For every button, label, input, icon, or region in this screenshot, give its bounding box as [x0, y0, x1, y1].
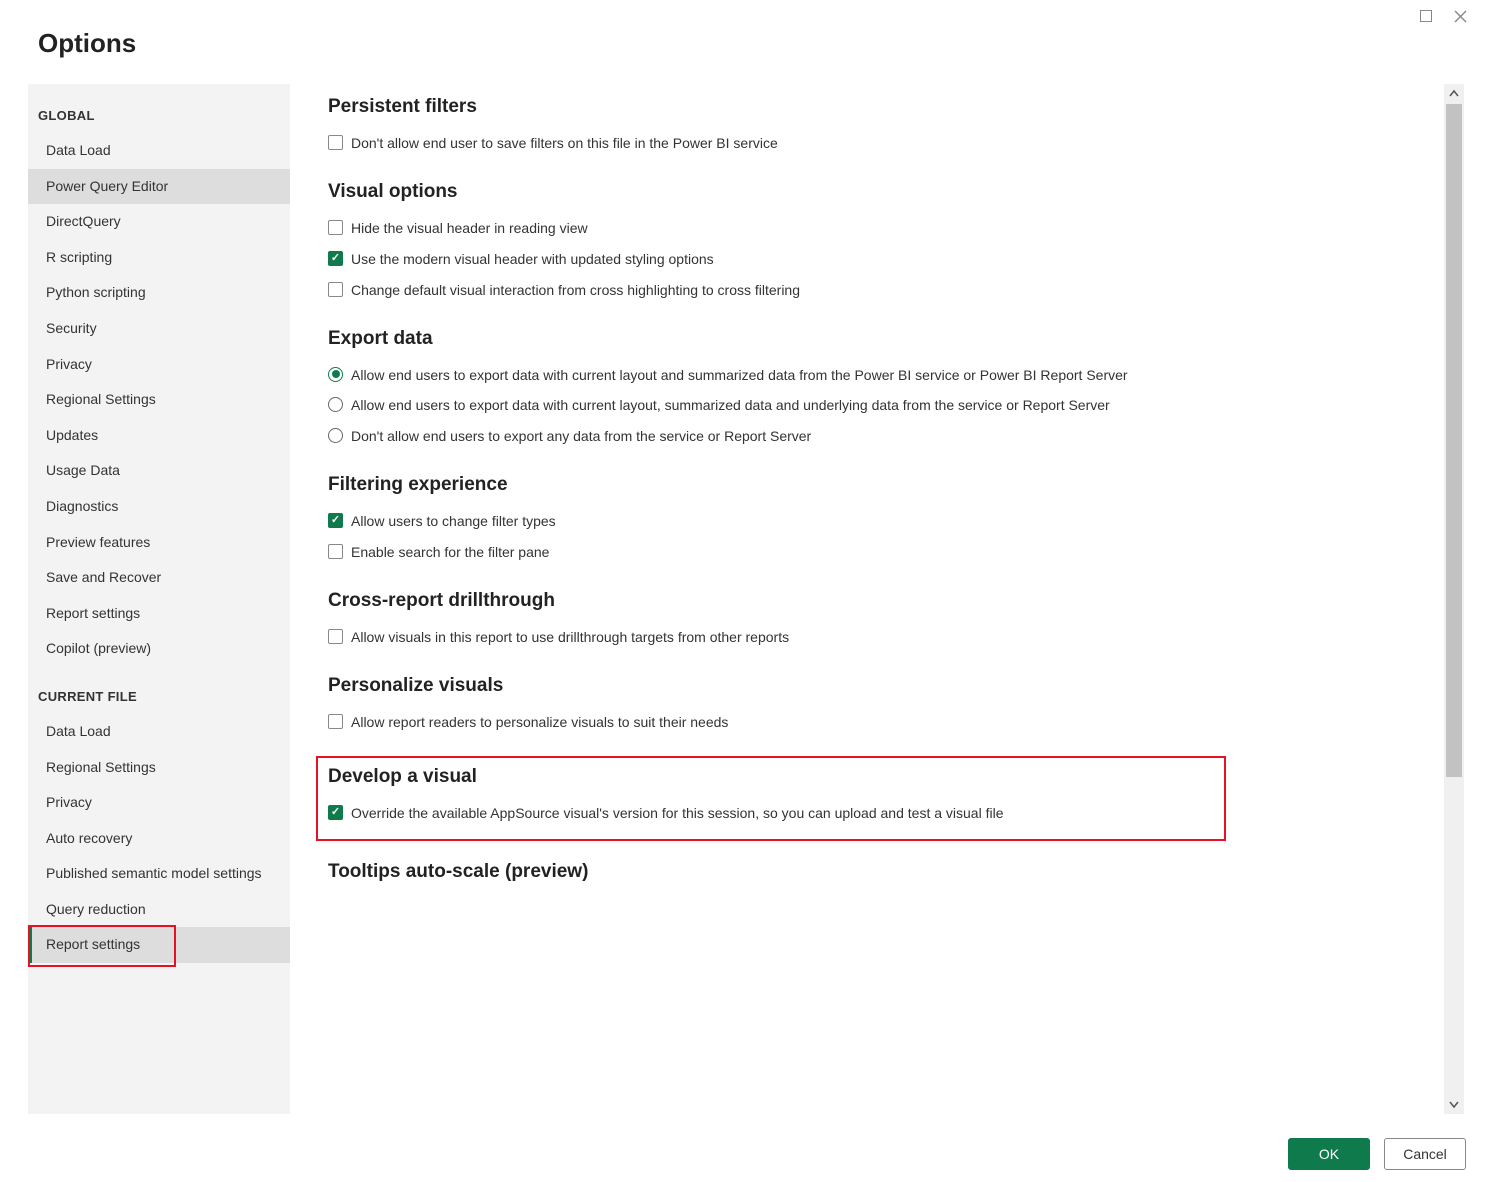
sidebar-item-r-scripting[interactable]: R scripting — [28, 240, 290, 276]
radio-export-summarized[interactable] — [328, 367, 343, 382]
label-export-none: Don't allow end users to export any data… — [351, 427, 811, 446]
scroll-down-icon[interactable] — [1444, 1094, 1464, 1114]
heading-persistent-filters: Persistent filters — [328, 96, 1422, 118]
page-title: Options — [38, 28, 136, 59]
sidebar-item-copilot-preview[interactable]: Copilot (preview) — [28, 631, 290, 667]
label-cross-filtering: Change default visual interaction from c… — [351, 281, 800, 300]
checkbox-personalize-visuals[interactable] — [328, 714, 343, 729]
scroll-thumb[interactable] — [1446, 104, 1462, 777]
sidebar-item-save-and-recover[interactable]: Save and Recover — [28, 560, 290, 596]
heading-cross-report-drillthrough: Cross-report drillthrough — [328, 590, 1422, 612]
heading-develop-a-visual: Develop a visual — [328, 766, 1214, 788]
checkbox-dont-allow-save-filters[interactable] — [328, 135, 343, 150]
ok-button[interactable]: OK — [1288, 1138, 1370, 1170]
sidebar-item-updates[interactable]: Updates — [28, 418, 290, 454]
label-export-underlying: Allow end users to export data with curr… — [351, 396, 1110, 415]
maximize-button[interactable] — [1418, 8, 1434, 24]
heading-filtering-experience: Filtering experience — [328, 474, 1422, 496]
sidebar-item-privacy[interactable]: Privacy — [28, 347, 290, 383]
label-override-appsource-visual: Override the available AppSource visual'… — [351, 804, 1003, 823]
sidebar-group-current-file: CURRENT FILE — [28, 677, 290, 714]
cancel-button[interactable]: Cancel — [1384, 1138, 1466, 1170]
sidebar: GLOBAL Data Load Power Query Editor Dire… — [28, 84, 290, 1114]
sidebar-item-cf-regional-settings[interactable]: Regional Settings — [28, 750, 290, 786]
radio-export-none[interactable] — [328, 428, 343, 443]
sidebar-group-global: GLOBAL — [28, 96, 290, 133]
label-hide-visual-header: Hide the visual header in reading view — [351, 219, 588, 238]
close-button[interactable] — [1452, 8, 1468, 24]
sidebar-item-preview-features[interactable]: Preview features — [28, 525, 290, 561]
heading-visual-options: Visual options — [328, 181, 1422, 203]
sidebar-item-cf-published-semantic-model[interactable]: Published semantic model settings — [28, 856, 290, 892]
heading-export-data: Export data — [328, 328, 1422, 350]
sidebar-item-cf-data-load[interactable]: Data Load — [28, 714, 290, 750]
scroll-track[interactable] — [1444, 104, 1464, 1094]
label-change-filter-types: Allow users to change filter types — [351, 512, 556, 531]
checkbox-change-filter-types[interactable] — [328, 513, 343, 528]
label-enable-filter-search: Enable search for the filter pane — [351, 543, 549, 562]
heading-tooltips-auto-scale: Tooltips auto-scale (preview) — [328, 861, 1422, 883]
sidebar-item-data-load[interactable]: Data Load — [28, 133, 290, 169]
sidebar-item-directquery[interactable]: DirectQuery — [28, 204, 290, 240]
sidebar-item-regional-settings[interactable]: Regional Settings — [28, 382, 290, 418]
scroll-up-icon[interactable] — [1444, 84, 1464, 104]
checkbox-modern-visual-header[interactable] — [328, 251, 343, 266]
heading-personalize-visuals: Personalize visuals — [328, 675, 1422, 697]
sidebar-item-report-settings-global[interactable]: Report settings — [28, 596, 290, 632]
checkbox-cross-filtering[interactable] — [328, 282, 343, 297]
checkbox-hide-visual-header[interactable] — [328, 220, 343, 235]
radio-export-underlying[interactable] — [328, 397, 343, 412]
sidebar-item-security[interactable]: Security — [28, 311, 290, 347]
sidebar-item-cf-query-reduction[interactable]: Query reduction — [28, 892, 290, 928]
label-cross-report-drillthrough: Allow visuals in this report to use dril… — [351, 628, 789, 647]
sidebar-item-cf-report-settings[interactable]: Report settings — [28, 927, 290, 963]
vertical-scrollbar[interactable] — [1444, 84, 1464, 1114]
main-content: Persistent filters Don't allow end user … — [290, 84, 1442, 1114]
sidebar-item-cf-privacy[interactable]: Privacy — [28, 785, 290, 821]
checkbox-cross-report-drillthrough[interactable] — [328, 629, 343, 644]
highlight-annotation-develop: Develop a visual Override the available … — [316, 756, 1226, 841]
label-modern-visual-header: Use the modern visual header with update… — [351, 250, 714, 269]
label-dont-allow-save-filters: Don't allow end user to save filters on … — [351, 134, 778, 153]
sidebar-item-python-scripting[interactable]: Python scripting — [28, 275, 290, 311]
sidebar-item-usage-data[interactable]: Usage Data — [28, 453, 290, 489]
label-personalize-visuals: Allow report readers to personalize visu… — [351, 713, 728, 732]
sidebar-item-diagnostics[interactable]: Diagnostics — [28, 489, 290, 525]
checkbox-override-appsource-visual[interactable] — [328, 805, 343, 820]
sidebar-item-cf-auto-recovery[interactable]: Auto recovery — [28, 821, 290, 857]
label-export-summarized: Allow end users to export data with curr… — [351, 366, 1128, 385]
checkbox-enable-filter-search[interactable] — [328, 544, 343, 559]
sidebar-item-power-query-editor[interactable]: Power Query Editor — [28, 169, 290, 205]
